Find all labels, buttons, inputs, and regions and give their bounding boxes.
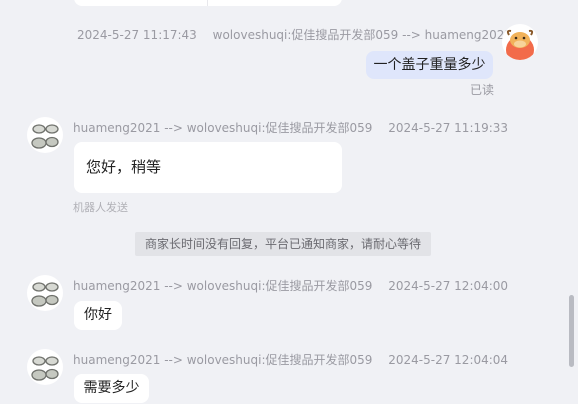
message-timestamp: 2024-5-27 12:04:04 [388, 353, 509, 367]
message-timestamp: 2024-5-27 11:19:33 [388, 121, 509, 135]
message-sender: woloveshuqi:促佳搜品开发部059 --> huameng2021 [212, 28, 513, 42]
message-timestamp: 2024-5-27 11:17:43 [77, 28, 197, 42]
message-sender: huameng2021 --> woloveshuqi:促佳搜品开发部059 [73, 279, 373, 293]
bubble-divider [207, 0, 208, 6]
message-meta: huameng2021 --> woloveshuqi:促佳搜品开发部059 2… [73, 119, 508, 136]
message-sender: huameng2021 --> woloveshuqi:促佳搜品开发部059 [73, 121, 373, 135]
message-meta: huameng2021 --> woloveshuqi:促佳搜品开发部059 2… [73, 351, 508, 368]
other-avatar[interactable] [27, 275, 63, 311]
previous-message-bubble [74, 0, 342, 6]
read-status: 已读 [470, 83, 495, 97]
system-notice: 商家长时间没有回复，平台已通知商家，请耐心等待 [135, 232, 431, 256]
message-meta: 2024-5-27 11:17:43 woloveshuqi:促佳搜品开发部05… [77, 26, 512, 43]
goggles-avatar-icon [27, 349, 63, 385]
message-meta: huameng2021 --> woloveshuqi:促佳搜品开发部059 2… [73, 277, 508, 294]
goggles-avatar-icon [27, 275, 63, 311]
other-avatar[interactable] [27, 349, 63, 385]
cartoon-bull-avatar-icon [502, 24, 538, 60]
other-avatar[interactable] [27, 117, 63, 153]
message-bubble-other[interactable]: 你好 [74, 301, 122, 330]
scrollbar-thumb[interactable] [569, 295, 574, 367]
goggles-avatar-icon [27, 117, 63, 153]
chat-history[interactable]: 2024-5-27 11:17:43 woloveshuqi:促佳搜品开发部05… [0, 0, 578, 404]
message-sender: huameng2021 --> woloveshuqi:促佳搜品开发部059 [73, 353, 373, 367]
message-timestamp: 2024-5-27 12:04:00 [388, 279, 509, 293]
message-bubble-other[interactable]: 您好，稍等 [74, 142, 342, 193]
self-avatar[interactable] [502, 24, 538, 60]
scrollbar-track[interactable] [568, 0, 578, 404]
message-bubble-other[interactable]: 需要多少 [74, 374, 149, 403]
message-bubble-self[interactable]: 一个盖子重量多少 [366, 51, 493, 79]
bot-sent-note: 机器人发送 [73, 201, 128, 214]
